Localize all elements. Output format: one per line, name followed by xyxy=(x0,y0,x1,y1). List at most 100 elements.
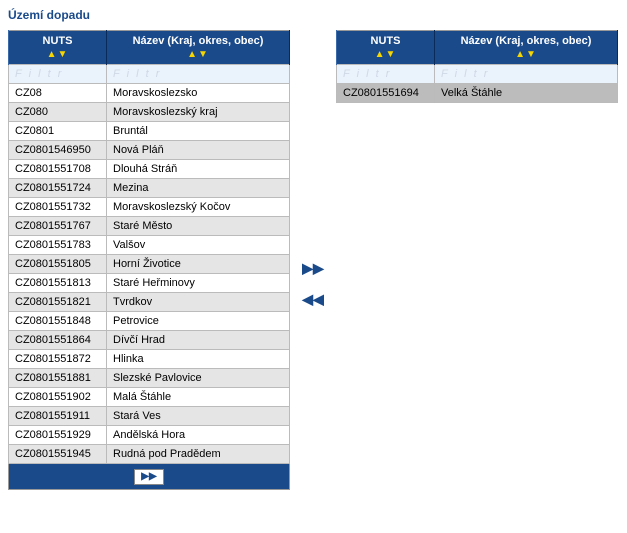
sort-asc-icon[interactable]: ▲ xyxy=(47,49,58,60)
table-row[interactable]: CZ0801551864Dívčí Hrad xyxy=(9,331,290,350)
sort-controls-name: ▲▼ xyxy=(113,49,283,60)
cell-name: Rudná pod Pradědem xyxy=(107,445,290,464)
table-row[interactable]: CZ0801551911Stará Ves xyxy=(9,407,290,426)
available-panel: NUTS ▲▼ Název (Kraj, okres, obec) ▲▼ xyxy=(8,30,290,490)
cell-name: Bruntál xyxy=(107,122,290,141)
cell-name: Malá Štáhle xyxy=(107,388,290,407)
filter-row[interactable]: F i l t r F i l t r xyxy=(9,65,290,84)
cell-nuts: CZ0801551821 xyxy=(9,293,107,312)
cell-name: Dlouhá Stráň xyxy=(107,160,290,179)
sort-desc-icon[interactable]: ▼ xyxy=(198,49,209,60)
cell-name: Staré Město xyxy=(107,217,290,236)
table-row[interactable]: CZ0801551783Valšov xyxy=(9,236,290,255)
table-row[interactable]: CZ0801551929Andělská Hora xyxy=(9,426,290,445)
cell-name: Horní Životice xyxy=(107,255,290,274)
cell-name: Staré Heřminovy xyxy=(107,274,290,293)
page-title: Území dopadu xyxy=(8,8,619,22)
col-header-nuts[interactable]: NUTS ▲▼ xyxy=(9,31,107,65)
sort-controls-name: ▲▼ xyxy=(441,49,611,60)
sort-controls-nuts: ▲▼ xyxy=(15,49,100,60)
table-row[interactable]: CZ08Moravskoslezsko xyxy=(9,84,290,103)
cell-nuts: CZ0801546950 xyxy=(9,141,107,160)
transfer-controls: ▶▶ ◀◀ xyxy=(298,30,328,308)
table-row[interactable]: CZ0801546950Nová Pláň xyxy=(9,141,290,160)
cell-nuts: CZ0801551911 xyxy=(9,407,107,426)
sort-asc-icon[interactable]: ▲ xyxy=(187,49,198,60)
cell-name: Dívčí Hrad xyxy=(107,331,290,350)
sort-asc-icon[interactable]: ▲ xyxy=(515,49,526,60)
cell-name: Petrovice xyxy=(107,312,290,331)
table-row[interactable]: CZ0801551694Velká Štáhle xyxy=(337,84,618,103)
table-row[interactable]: CZ0801551902Malá Štáhle xyxy=(9,388,290,407)
cell-nuts: CZ0801551945 xyxy=(9,445,107,464)
table-row[interactable]: CZ0801551708Dlouhá Stráň xyxy=(9,160,290,179)
table-row[interactable]: CZ0801551732Moravskoslezský Kočov xyxy=(9,198,290,217)
cell-nuts: CZ0801551805 xyxy=(9,255,107,274)
selected-panel: NUTS ▲▼ Název (Kraj, okres, obec) ▲▼ xyxy=(336,30,618,103)
table-row[interactable]: CZ0801551724Mezina xyxy=(9,179,290,198)
cell-name: Valšov xyxy=(107,236,290,255)
filter-row[interactable]: F i l t r F i l t r xyxy=(337,65,618,84)
filter-nuts[interactable]: F i l t r xyxy=(9,65,107,84)
cell-name: Velká Štáhle xyxy=(435,84,618,103)
cell-nuts: CZ0801551724 xyxy=(9,179,107,198)
col-header-nuts[interactable]: NUTS ▲▼ xyxy=(337,31,435,65)
col-header-name-label: Název (Kraj, okres, obec) xyxy=(461,35,592,47)
cell-nuts: CZ0801551694 xyxy=(337,84,435,103)
cell-nuts: CZ080 xyxy=(9,103,107,122)
filter-name[interactable]: F i l t r xyxy=(435,65,618,84)
cell-nuts: CZ0801551732 xyxy=(9,198,107,217)
table-row[interactable]: CZ0801551813Staré Heřminovy xyxy=(9,274,290,293)
cell-nuts: CZ0801551848 xyxy=(9,312,107,331)
add-button[interactable]: ▶▶ xyxy=(302,260,324,277)
col-header-name[interactable]: Název (Kraj, okres, obec) ▲▼ xyxy=(435,31,618,65)
cell-name: Moravskoslezský Kočov xyxy=(107,198,290,217)
cell-name: Nová Pláň xyxy=(107,141,290,160)
available-table: NUTS ▲▼ Název (Kraj, okres, obec) ▲▼ xyxy=(8,30,290,464)
filter-name[interactable]: F i l t r xyxy=(107,65,290,84)
table-row[interactable]: CZ0801551805Horní Životice xyxy=(9,255,290,274)
cell-nuts: CZ0801551881 xyxy=(9,369,107,388)
filter-nuts[interactable]: F i l t r xyxy=(337,65,435,84)
cell-nuts: CZ0801 xyxy=(9,122,107,141)
table-row[interactable]: CZ0801551848Petrovice xyxy=(9,312,290,331)
cell-nuts: CZ0801551813 xyxy=(9,274,107,293)
cell-nuts: CZ0801551929 xyxy=(9,426,107,445)
table-row[interactable]: CZ080Moravskoslezský kraj xyxy=(9,103,290,122)
pager-footer: ▶▶ xyxy=(8,464,290,490)
cell-name: Slezské Pavlovice xyxy=(107,369,290,388)
sort-desc-icon[interactable]: ▼ xyxy=(526,49,537,60)
cell-nuts: CZ0801551902 xyxy=(9,388,107,407)
col-header-nuts-label: NUTS xyxy=(43,35,73,47)
cell-name: Andělská Hora xyxy=(107,426,290,445)
table-row[interactable]: CZ0801551872Hlinka xyxy=(9,350,290,369)
selected-table: NUTS ▲▼ Název (Kraj, okres, obec) ▲▼ xyxy=(336,30,618,103)
remove-button[interactable]: ◀◀ xyxy=(302,291,324,308)
cell-name: Hlinka xyxy=(107,350,290,369)
col-header-nuts-label: NUTS xyxy=(371,35,401,47)
sort-desc-icon[interactable]: ▼ xyxy=(58,49,69,60)
sort-desc-icon[interactable]: ▼ xyxy=(386,49,397,60)
cell-nuts: CZ0801551872 xyxy=(9,350,107,369)
cell-nuts: CZ0801551708 xyxy=(9,160,107,179)
cell-nuts: CZ08 xyxy=(9,84,107,103)
table-row[interactable]: CZ0801551767Staré Město xyxy=(9,217,290,236)
cell-name: Mezina xyxy=(107,179,290,198)
cell-name: Tvrdkov xyxy=(107,293,290,312)
cell-nuts: CZ0801551767 xyxy=(9,217,107,236)
table-row[interactable]: CZ0801Bruntál xyxy=(9,122,290,141)
cell-name: Moravskoslezsko xyxy=(107,84,290,103)
col-header-name[interactable]: Název (Kraj, okres, obec) ▲▼ xyxy=(107,31,290,65)
table-row[interactable]: CZ0801551821Tvrdkov xyxy=(9,293,290,312)
sort-asc-icon[interactable]: ▲ xyxy=(375,49,386,60)
cell-nuts: CZ0801551864 xyxy=(9,331,107,350)
cell-name: Stará Ves xyxy=(107,407,290,426)
col-header-name-label: Název (Kraj, okres, obec) xyxy=(133,35,264,47)
dual-list-layout: NUTS ▲▼ Název (Kraj, okres, obec) ▲▼ xyxy=(8,30,619,490)
pager-next-button[interactable]: ▶▶ xyxy=(134,469,163,485)
table-row[interactable]: CZ0801551945Rudná pod Pradědem xyxy=(9,445,290,464)
cell-name: Moravskoslezský kraj xyxy=(107,103,290,122)
sort-controls-nuts: ▲▼ xyxy=(343,49,428,60)
table-row[interactable]: CZ0801551881Slezské Pavlovice xyxy=(9,369,290,388)
cell-nuts: CZ0801551783 xyxy=(9,236,107,255)
